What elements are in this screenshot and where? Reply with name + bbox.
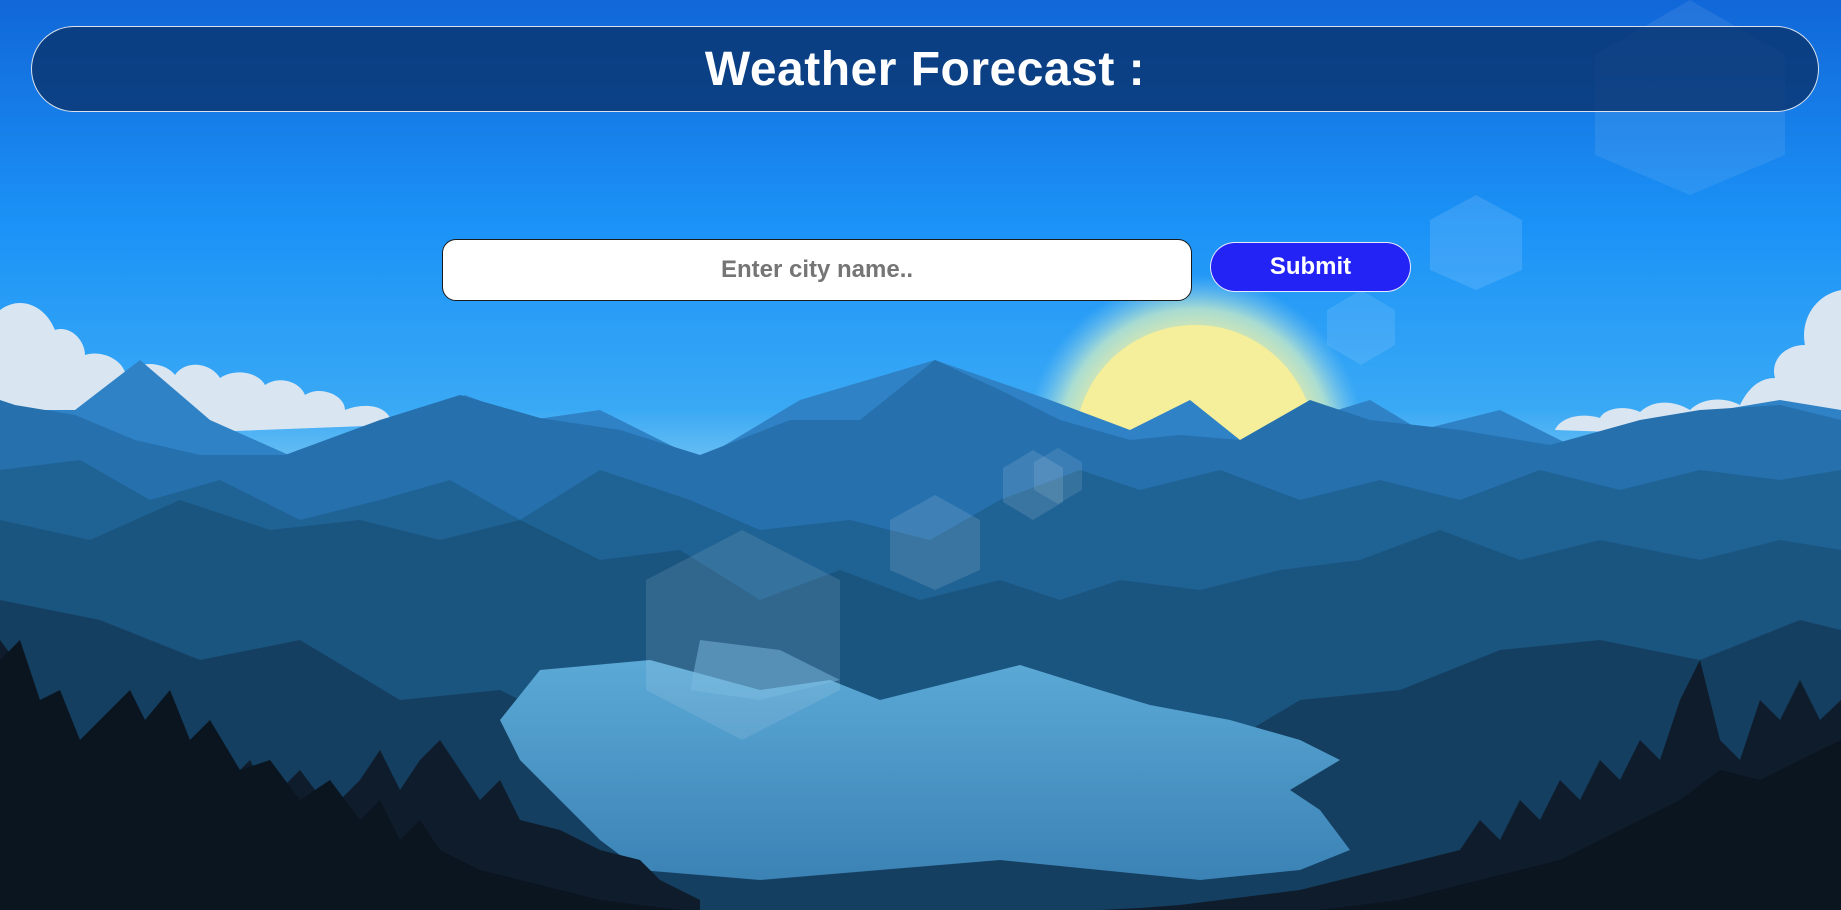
city-search-form: Submit	[442, 239, 1412, 301]
header-bar: Weather Forecast :	[31, 26, 1819, 112]
weather-app-page: Weather Forecast : Submit	[0, 0, 1841, 910]
page-title: Weather Forecast :	[704, 42, 1146, 96]
submit-button[interactable]: Submit	[1210, 242, 1411, 292]
city-name-input[interactable]	[442, 239, 1192, 301]
mountain-landscape-background	[0, 0, 1841, 910]
